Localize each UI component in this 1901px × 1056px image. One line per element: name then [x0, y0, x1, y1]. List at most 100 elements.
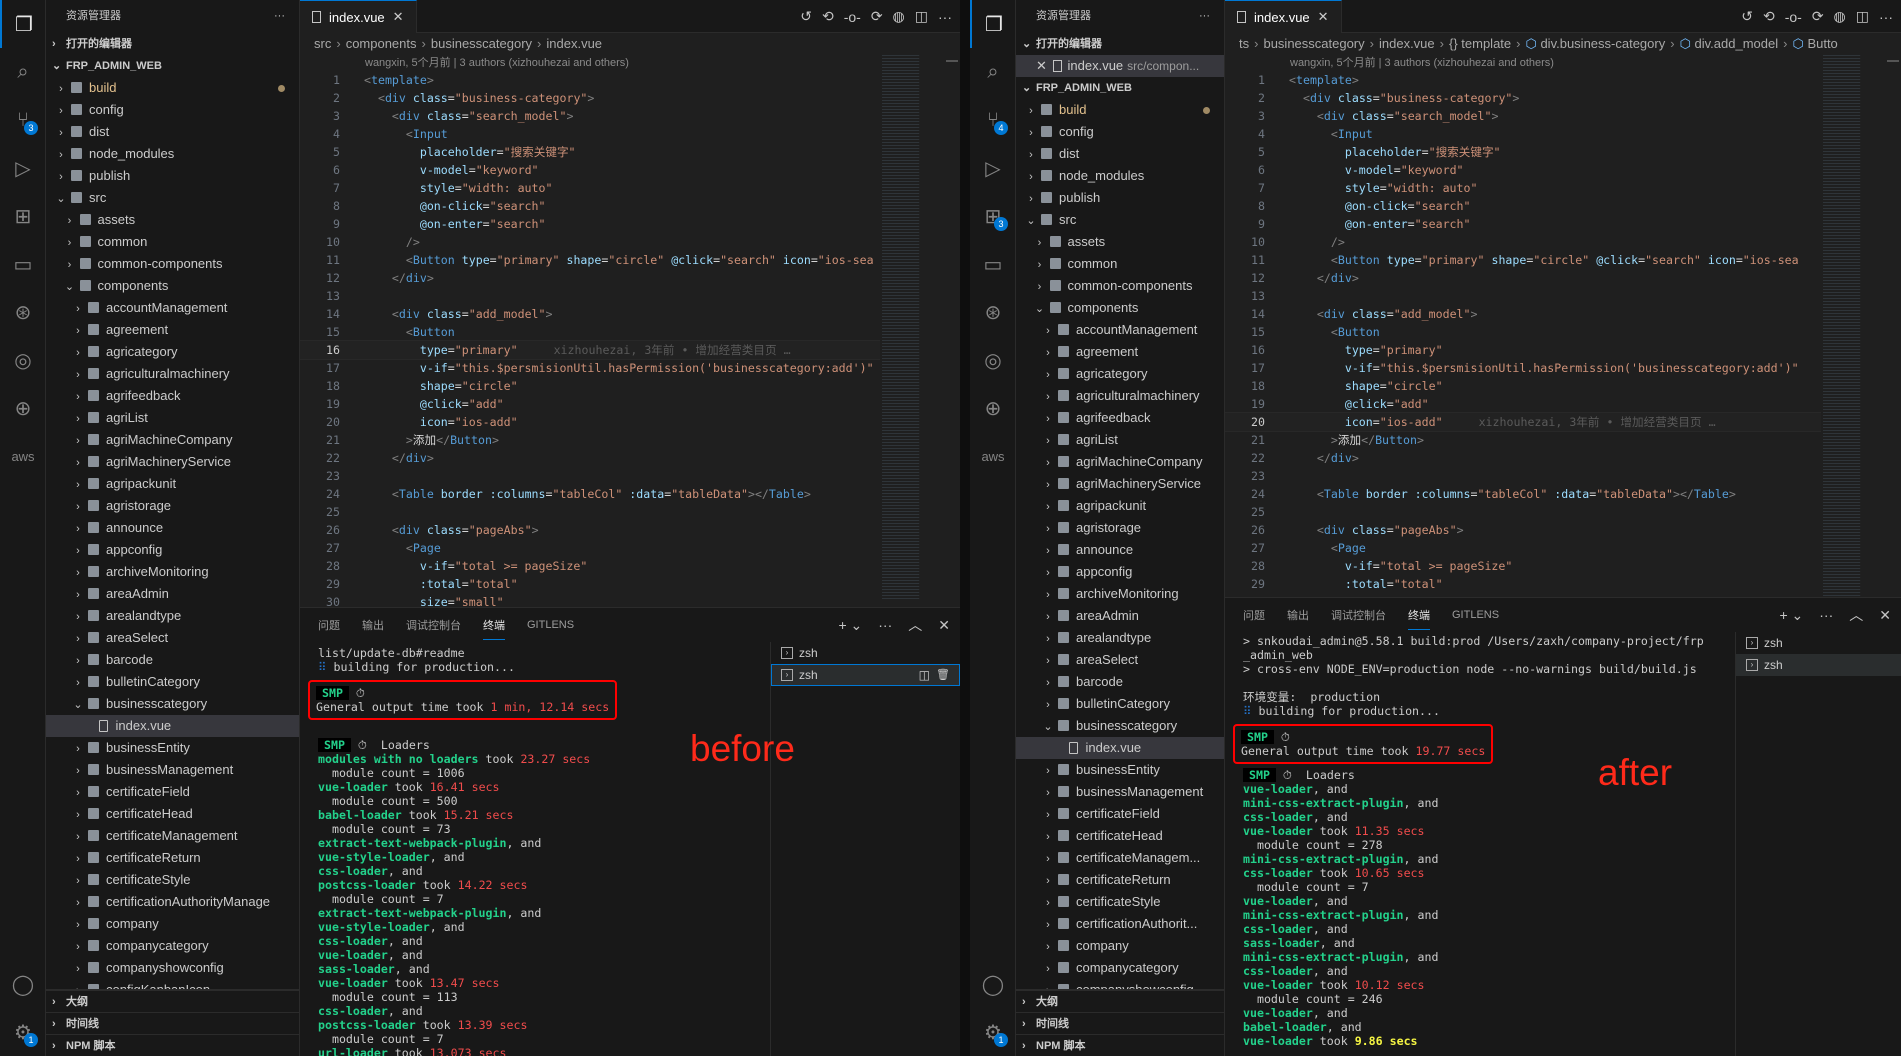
tree-folder[interactable]: ⌄ businesscategory: [46, 693, 299, 715]
tree-folder[interactable]: › agristorage: [1016, 517, 1224, 539]
tree-folder[interactable]: › businessManagement: [46, 759, 299, 781]
copilot-icon[interactable]: ⊕: [970, 384, 1016, 432]
tree-folder[interactable]: › certificateReturn: [1016, 869, 1224, 891]
tree-folder[interactable]: › certificateStyle: [1016, 891, 1224, 913]
git-blame-header[interactable]: wangxin, 5个月前 | 3 authors (xizhouhezai a…: [300, 55, 880, 71]
breadcrumb-item[interactable]: businesscategory: [431, 36, 532, 51]
go-forward-icon[interactable]: ⟳: [1812, 8, 1824, 25]
section-collapsed[interactable]: › NPM 脚本: [46, 1034, 299, 1056]
code-line[interactable]: 10 />: [1225, 233, 1821, 251]
tree-folder[interactable]: › agriMachineryService: [1016, 473, 1224, 495]
code-line[interactable]: 25: [1225, 503, 1821, 521]
code-line[interactable]: 17 v-if="this.$persmisionUtil.hasPermiss…: [300, 359, 880, 377]
breadcrumb-item[interactable]: components: [346, 36, 417, 51]
aws-icon[interactable]: aws: [0, 432, 46, 480]
code-line[interactable]: 18 shape="circle": [1225, 377, 1821, 395]
code-line[interactable]: 13: [300, 287, 880, 305]
terminal-output[interactable]: list/update-db#readme ⠿ building for prod…: [308, 646, 618, 1056]
tree-folder[interactable]: › companycategory: [46, 935, 299, 957]
breadcrumb-item[interactable]: div.add_model: [1695, 36, 1779, 51]
tree-folder[interactable]: › areaSelect: [46, 627, 299, 649]
code-line[interactable]: 4 <Input: [1225, 125, 1821, 143]
tree-folder[interactable]: › publish: [46, 165, 299, 187]
maximize-panel-icon[interactable]: ︿: [1849, 605, 1863, 625]
tree-folder[interactable]: › areaAdmin: [46, 583, 299, 605]
section-open-editors[interactable]: ⌄ 打开的编辑器: [1016, 33, 1224, 55]
tree-folder[interactable]: ⌄ components: [1016, 297, 1224, 319]
code-line[interactable]: 13: [1225, 287, 1821, 305]
split-terminal-icon[interactable]: ◫: [919, 664, 930, 686]
terminal-item[interactable]: › zsh ◫ 🗑: [771, 664, 960, 686]
code-line[interactable]: 3 <div class="search_model">: [300, 107, 880, 125]
tree-folder[interactable]: › agripackunit: [1016, 495, 1224, 517]
tree-folder[interactable]: › arealandtype: [46, 605, 299, 627]
code-line[interactable]: 7 style="width: auto": [1225, 179, 1821, 197]
section-collapsed[interactable]: › 时间线: [46, 1012, 299, 1034]
commit-icon[interactable]: -o-: [1785, 9, 1802, 25]
panel-tab[interactable]: GITLENS: [1452, 609, 1499, 621]
code-line[interactable]: 14 <div class="add_model">: [300, 305, 880, 323]
code-line[interactable]: 23: [1225, 467, 1821, 485]
section-collapsed[interactable]: › 时间线: [1016, 1012, 1224, 1034]
code-line[interactable]: 26 <div class="pageAbs">: [1225, 521, 1821, 539]
search-icon[interactable]: ⌕: [970, 48, 1016, 96]
code-line[interactable]: 6 v-model="keyword": [1225, 161, 1821, 179]
new-terminal-icon[interactable]: + ⌄: [1779, 607, 1803, 624]
tree-folder[interactable]: › areaSelect: [1016, 649, 1224, 671]
gitlens-compare-icon[interactable]: ◍: [893, 8, 905, 25]
code-line[interactable]: 19 @click="add": [1225, 395, 1821, 413]
tree-file[interactable]: index.vue: [1016, 737, 1224, 759]
code-line[interactable]: 24 <Table border :columns="tableCol" :da…: [1225, 485, 1821, 503]
run-debug-icon[interactable]: ▷: [970, 144, 1016, 192]
commit-icon[interactable]: -o-: [844, 9, 861, 25]
code-line[interactable]: 22 </div>: [1225, 449, 1821, 467]
code-line[interactable]: 17 v-if="this.$persmisionUtil.hasPermiss…: [1225, 359, 1821, 377]
tree-folder[interactable]: › agricategory: [1016, 363, 1224, 385]
run-debug-icon[interactable]: ▷: [0, 144, 46, 192]
tree-folder[interactable]: › appconfig: [1016, 561, 1224, 583]
tree-folder[interactable]: › dist: [46, 121, 299, 143]
more-actions-icon[interactable]: ···: [1879, 9, 1893, 25]
tree-folder[interactable]: › agriculturalmachinery: [1016, 385, 1224, 407]
tree-folder[interactable]: › common-components: [1016, 275, 1224, 297]
extensions-icon[interactable]: ⊞ 3: [970, 192, 1016, 240]
gitlens-icon[interactable]: ⊛: [0, 288, 46, 336]
code-line[interactable]: 7 style="width: auto": [300, 179, 880, 197]
editor-scrollbar[interactable]: [1887, 60, 1899, 62]
settings-gear-icon[interactable]: ⚙ 1: [970, 1008, 1016, 1056]
code-line[interactable]: 10 />: [300, 233, 880, 251]
close-icon[interactable]: ✕: [1318, 9, 1329, 25]
tree-folder[interactable]: › agristorage: [46, 495, 299, 517]
tree-folder[interactable]: › companyshowconfig: [46, 957, 299, 979]
code-line[interactable]: 16 type="primary" xizhouhezai, 3年前 • 增加经营…: [300, 340, 880, 360]
close-icon[interactable]: ✕: [393, 9, 404, 25]
code-line[interactable]: 21 >添加</Button>: [300, 431, 880, 449]
tree-folder[interactable]: › config: [1016, 121, 1224, 143]
section-project[interactable]: ⌄ FRP_ADMIN_WEB: [46, 55, 299, 77]
more-actions-icon[interactable]: ···: [1819, 607, 1833, 623]
tree-folder[interactable]: › common-components: [46, 253, 299, 275]
tree-folder[interactable]: ⌄ src: [46, 187, 299, 209]
tree-folder[interactable]: › certificateHead: [1016, 825, 1224, 847]
tree-folder[interactable]: › company: [1016, 935, 1224, 957]
tree-folder[interactable]: › agriMachineCompany: [1016, 451, 1224, 473]
tree-folder[interactable]: › businessEntity: [1016, 759, 1224, 781]
tree-folder[interactable]: › appconfig: [46, 539, 299, 561]
tree-folder[interactable]: › accountManagement: [1016, 319, 1224, 341]
more-actions-icon[interactable]: ···: [1199, 0, 1210, 33]
code-line[interactable]: 21 >添加</Button>: [1225, 431, 1821, 449]
tree-folder[interactable]: › accountManagement: [46, 297, 299, 319]
tree-folder[interactable]: › node_modules: [1016, 165, 1224, 187]
editor-scrollbar[interactable]: [946, 60, 958, 62]
terminal-item[interactable]: › zsh: [771, 642, 960, 664]
go-back-icon[interactable]: ⟲: [1763, 8, 1775, 25]
code-line[interactable]: 9 @on-enter="search": [1225, 215, 1821, 233]
panel-tab[interactable]: 终端: [483, 611, 505, 640]
tree-folder[interactable]: › assets: [1016, 231, 1224, 253]
code-line[interactable]: 16 type="primary": [1225, 341, 1821, 359]
tree-folder[interactable]: › areaAdmin: [1016, 605, 1224, 627]
tree-folder[interactable]: › agricategory: [46, 341, 299, 363]
code-line[interactable]: 2 <div class="business-category">: [1225, 89, 1821, 107]
breadcrumb-item[interactable]: ts: [1239, 36, 1249, 51]
breadcrumb-item[interactable]: src: [314, 36, 331, 51]
